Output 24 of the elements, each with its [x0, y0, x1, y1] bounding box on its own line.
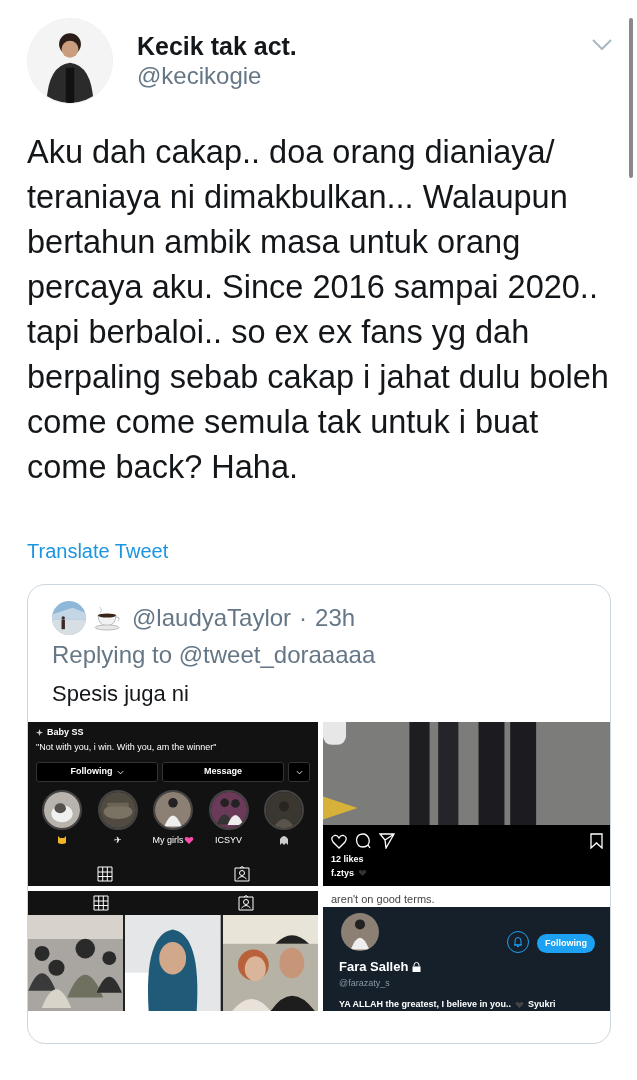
- caption-text: aren't on good terms.: [323, 891, 610, 907]
- profile-bio: Syukri: [528, 998, 556, 1011]
- highlight-label: My girls: [152, 834, 184, 846]
- profile-name: Fara Salleh: [339, 958, 409, 976]
- profile-button[interactable]: Message: [162, 762, 284, 782]
- author-name: Kecik tak act.: [137, 31, 297, 61]
- tweet-text: Aku dah cakap.. doa orang dianiaya/ teraniaya ni dimakbulkan... Walaupun bertahun ambik masa untuk orang percaya aku. Since 2016 sampai 2020.. tapi berbaloi.. so ex ex fans yg dah berpaling sebab cakap i jahat dulu boleh come come semula tak untuk i buat come back? Haha.: [27, 133, 610, 487]
- highlight-label: ICSYV: [215, 834, 242, 846]
- author-handle: @kecikogie: [137, 61, 263, 91]
- translate-link[interactable]: Translate Tweet: [27, 536, 169, 566]
- replying-to: Replying to @tweet_doraaaaa: [52, 640, 377, 670]
- separator-dot: ·: [299, 603, 308, 633]
- profile-bio: YA ALLAH the greatest, I believe in you..: [339, 998, 512, 1011]
- following-button[interactable]: Following: [537, 933, 595, 953]
- quoted-time: 23h: [315, 603, 356, 633]
- quoted-text: Spesis juga ni: [52, 680, 190, 708]
- profile-handle: @farazaty_s: [339, 976, 391, 990]
- quoted-handle[interactable]: @laudyaTaylor: [132, 602, 292, 634]
- highlight-label: ✈: [113, 834, 122, 846]
- like-count: 12 likes: [330, 853, 365, 866]
- profile-button[interactable]: Following: [36, 762, 158, 782]
- profile-bio: "Not with you, i win. With you, am the winner": [36, 740, 218, 754]
- profile-name: Baby SS: [47, 726, 84, 739]
- post-username: f.ztys: [331, 866, 354, 880]
